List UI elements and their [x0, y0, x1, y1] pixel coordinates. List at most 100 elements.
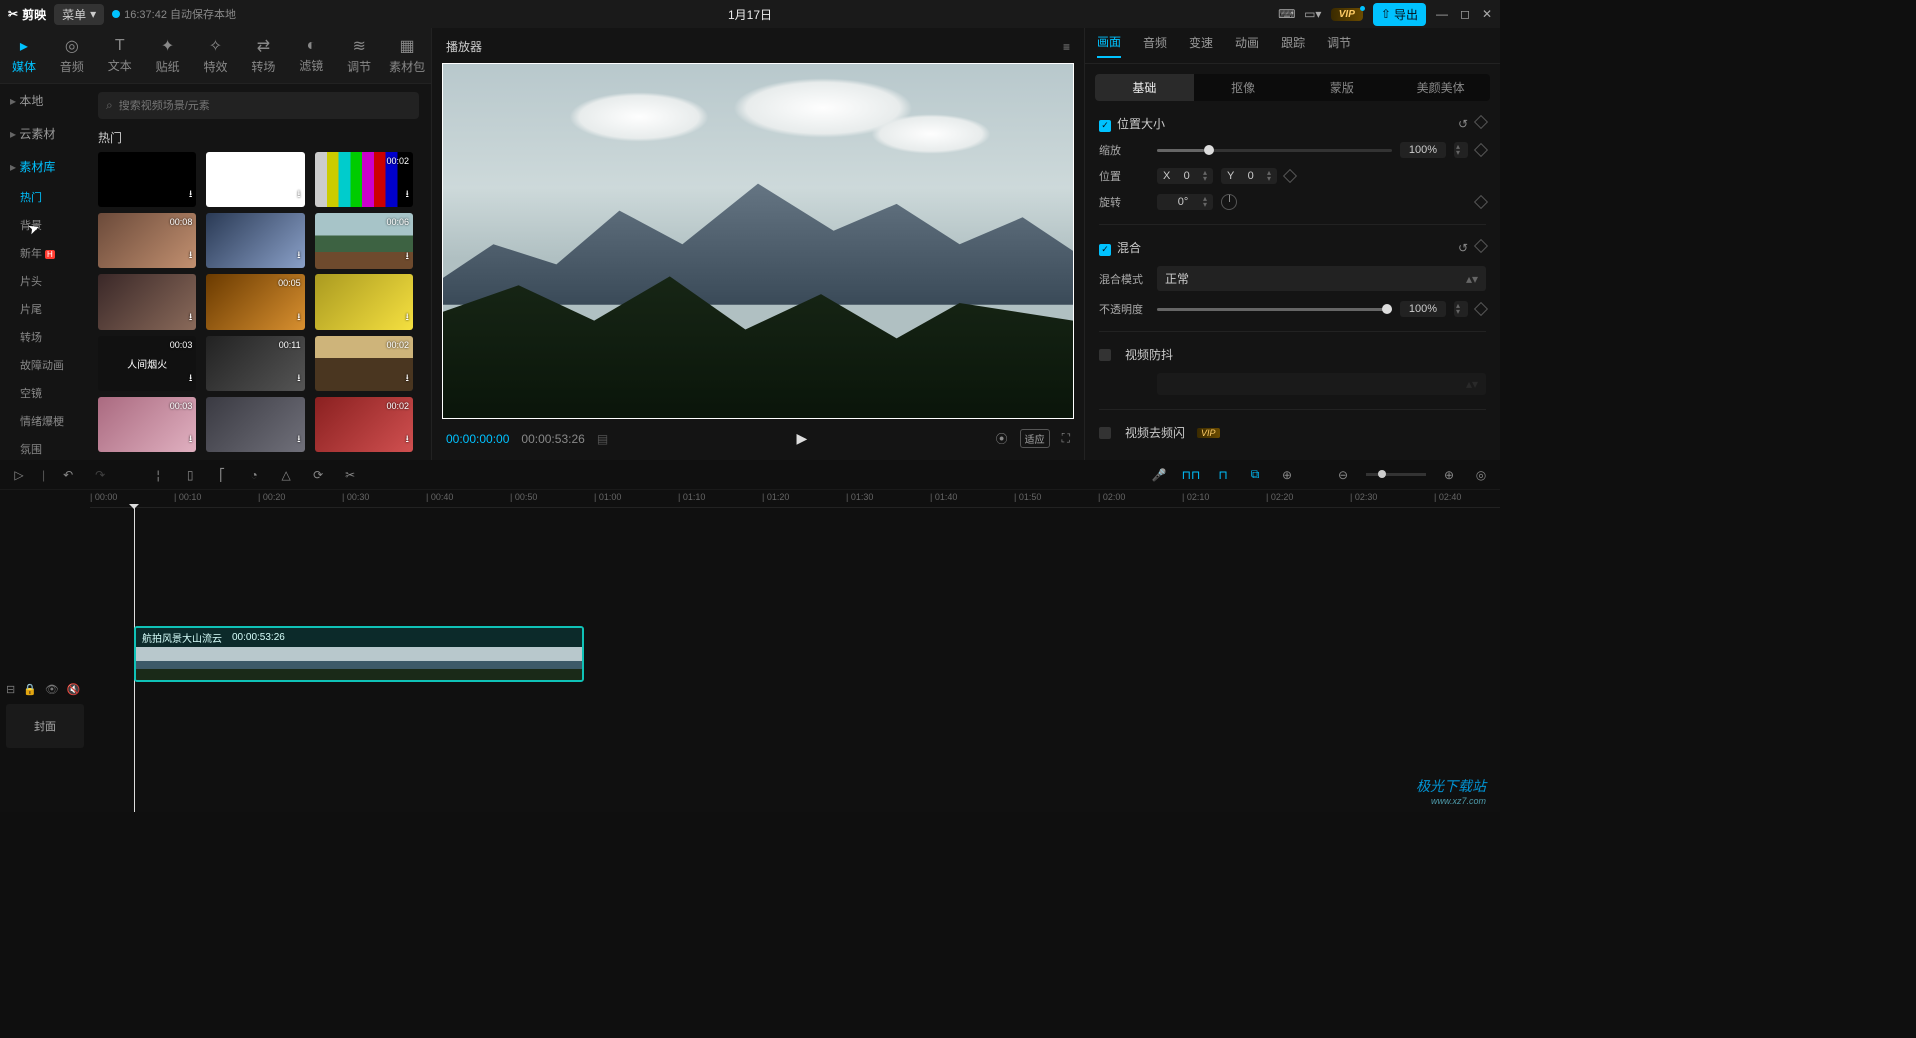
- download-icon[interactable]: ⭳: [189, 371, 193, 388]
- asset-thumbnail[interactable]: ⭳: [98, 152, 196, 207]
- scale-value[interactable]: 100%: [1400, 142, 1446, 158]
- delete-tool[interactable]: ▯: [181, 466, 199, 484]
- inspector-tab[interactable]: 音频: [1143, 34, 1167, 57]
- asset-thumbnail[interactable]: 00:08⭳: [98, 213, 196, 268]
- track-mute-icon[interactable]: 🔇: [67, 683, 81, 696]
- lib-side-item[interactable]: 本地: [0, 84, 86, 117]
- track-lock-icon[interactable]: 🔒: [23, 683, 37, 696]
- lib-side-subitem[interactable]: 故障动画: [0, 351, 86, 379]
- inspector-tab[interactable]: 变速: [1189, 34, 1213, 57]
- opacity-slider[interactable]: [1157, 308, 1392, 311]
- lib-tab-8[interactable]: ▦素材包: [383, 28, 431, 83]
- checkbox-blend[interactable]: ✓: [1099, 244, 1111, 256]
- zoom-fit-icon[interactable]: ◎: [1472, 466, 1490, 484]
- asset-thumbnail[interactable]: ⭳: [98, 274, 196, 329]
- lib-side-subitem[interactable]: 新年H: [0, 239, 86, 267]
- vip-badge[interactable]: VIP: [1331, 8, 1363, 21]
- position-y-field[interactable]: Y0▴▾: [1221, 168, 1277, 184]
- scale-keyframe-icon[interactable]: [1474, 143, 1488, 157]
- lib-tab-7[interactable]: ≋调节: [335, 28, 383, 83]
- play-button[interactable]: ▶: [796, 430, 807, 447]
- crop-left-tool[interactable]: ⎡: [213, 466, 231, 484]
- player-menu-icon[interactable]: ≡: [1063, 40, 1070, 54]
- rotate-tool[interactable]: ⟳: [309, 466, 327, 484]
- focus-icon[interactable]: ⦿: [996, 430, 1008, 447]
- close-button[interactable]: ✕: [1482, 7, 1492, 21]
- zoom-slider[interactable]: [1366, 473, 1426, 476]
- lib-side-item[interactable]: 云素材: [0, 117, 86, 150]
- minimize-button[interactable]: —: [1436, 7, 1448, 21]
- inspector-subtab[interactable]: 基础: [1095, 74, 1194, 101]
- reset-icon[interactable]: ↺: [1458, 117, 1468, 131]
- download-icon[interactable]: ⭳: [189, 248, 193, 265]
- download-icon[interactable]: ⭳: [189, 432, 193, 449]
- inspector-tab[interactable]: 动画: [1235, 34, 1259, 57]
- scale-slider[interactable]: [1157, 149, 1392, 152]
- compare-icon[interactable]: ▤: [597, 432, 608, 446]
- zoom-out-icon[interactable]: ⊖: [1334, 466, 1352, 484]
- asset-thumbnail[interactable]: ⭳: [206, 213, 304, 268]
- mic-icon[interactable]: 🎤: [1150, 466, 1168, 484]
- split-tool[interactable]: ¦: [149, 466, 167, 484]
- track-lane[interactable]: 航拍风景大山流云 00:00:53:26: [90, 508, 1500, 812]
- layout-icon[interactable]: ▭▾: [1305, 6, 1321, 22]
- search-input[interactable]: [119, 100, 411, 112]
- video-clip[interactable]: 航拍风景大山流云 00:00:53:26: [134, 626, 584, 682]
- lib-side-subitem[interactable]: 热门: [0, 183, 86, 211]
- inspector-subtab[interactable]: 蒙版: [1293, 74, 1392, 101]
- scale-stepper[interactable]: ▴▾: [1454, 142, 1468, 158]
- blend-mode-select[interactable]: 正常▴▾: [1157, 266, 1486, 291]
- rotation-dial-icon[interactable]: [1221, 194, 1237, 210]
- checkbox-deflicker[interactable]: ✓: [1099, 427, 1111, 439]
- cover-button[interactable]: 封面: [6, 704, 84, 748]
- keyboard-icon[interactable]: ⌨: [1279, 6, 1295, 22]
- magnet-track-icon[interactable]: ⊓: [1214, 466, 1232, 484]
- download-icon[interactable]: ⭳: [406, 432, 410, 449]
- asset-thumbnail[interactable]: 00:03⭳: [98, 397, 196, 452]
- download-icon[interactable]: ⭳: [189, 187, 193, 204]
- track-collapse-icon[interactable]: ⊟: [6, 683, 15, 696]
- lib-side-subitem[interactable]: 片尾: [0, 295, 86, 323]
- opacity-value[interactable]: 100%: [1400, 301, 1446, 317]
- crop-tool[interactable]: ✂: [341, 466, 359, 484]
- inspector-tab[interactable]: 调节: [1327, 34, 1351, 57]
- lib-tab-4[interactable]: ✧特效: [192, 28, 240, 83]
- pointer-tool[interactable]: ▷: [10, 466, 28, 484]
- ratio-button[interactable]: 适应: [1020, 429, 1050, 448]
- download-icon[interactable]: ⭳: [297, 248, 301, 265]
- inspector-subtab[interactable]: 抠像: [1194, 74, 1293, 101]
- inspector-subtab[interactable]: 美颜美体: [1391, 74, 1490, 101]
- checkbox-stabilize[interactable]: ✓: [1099, 349, 1111, 361]
- fullscreen-icon[interactable]: ⛶: [1062, 431, 1070, 446]
- asset-thumbnail[interactable]: 00:05⭳: [206, 274, 304, 329]
- blend-reset-icon[interactable]: ↺: [1458, 241, 1468, 255]
- export-button[interactable]: ⇧ 导出: [1373, 3, 1426, 26]
- timeline-ruler[interactable]: | 00:00| 00:10| 00:20| 00:30| 00:40| 00:…: [90, 490, 1500, 508]
- maximize-button[interactable]: ◻: [1460, 7, 1470, 21]
- menu-button[interactable]: 菜单 ▾: [54, 4, 104, 25]
- lib-tab-6[interactable]: ◐滤镜: [287, 28, 335, 83]
- download-icon[interactable]: ⭳: [406, 310, 410, 327]
- asset-thumbnail[interactable]: 人间烟火00:03⭳: [98, 336, 196, 391]
- mirror-tool[interactable]: △: [277, 466, 295, 484]
- download-icon[interactable]: ⭳: [297, 371, 301, 388]
- download-icon[interactable]: ⭳: [189, 310, 193, 327]
- asset-thumbnail[interactable]: ⭳: [315, 274, 413, 329]
- download-icon[interactable]: ⭳: [406, 371, 410, 388]
- download-icon[interactable]: ⭳: [297, 310, 301, 327]
- lib-side-subitem[interactable]: 转场: [0, 323, 86, 351]
- inspector-tab[interactable]: 跟踪: [1281, 34, 1305, 57]
- asset-thumbnail[interactable]: ⭳: [206, 152, 304, 207]
- position-x-field[interactable]: X0▴▾: [1157, 168, 1213, 184]
- rotation-keyframe-icon[interactable]: [1474, 195, 1488, 209]
- lib-tab-2[interactable]: T文本: [96, 28, 144, 83]
- download-icon[interactable]: ⭳: [406, 187, 410, 204]
- search-box[interactable]: ⌕: [98, 92, 419, 119]
- magnet-main-icon[interactable]: ⊓⊓: [1182, 466, 1200, 484]
- lib-tab-5[interactable]: ⇄转场: [239, 28, 287, 83]
- player-viewport[interactable]: [442, 63, 1074, 419]
- lib-side-subitem[interactable]: 氛围: [0, 435, 86, 460]
- rotation-field[interactable]: 0°▴▾: [1157, 194, 1213, 210]
- download-icon[interactable]: ⭳: [406, 249, 410, 266]
- lib-side-subitem[interactable]: 空镜: [0, 379, 86, 407]
